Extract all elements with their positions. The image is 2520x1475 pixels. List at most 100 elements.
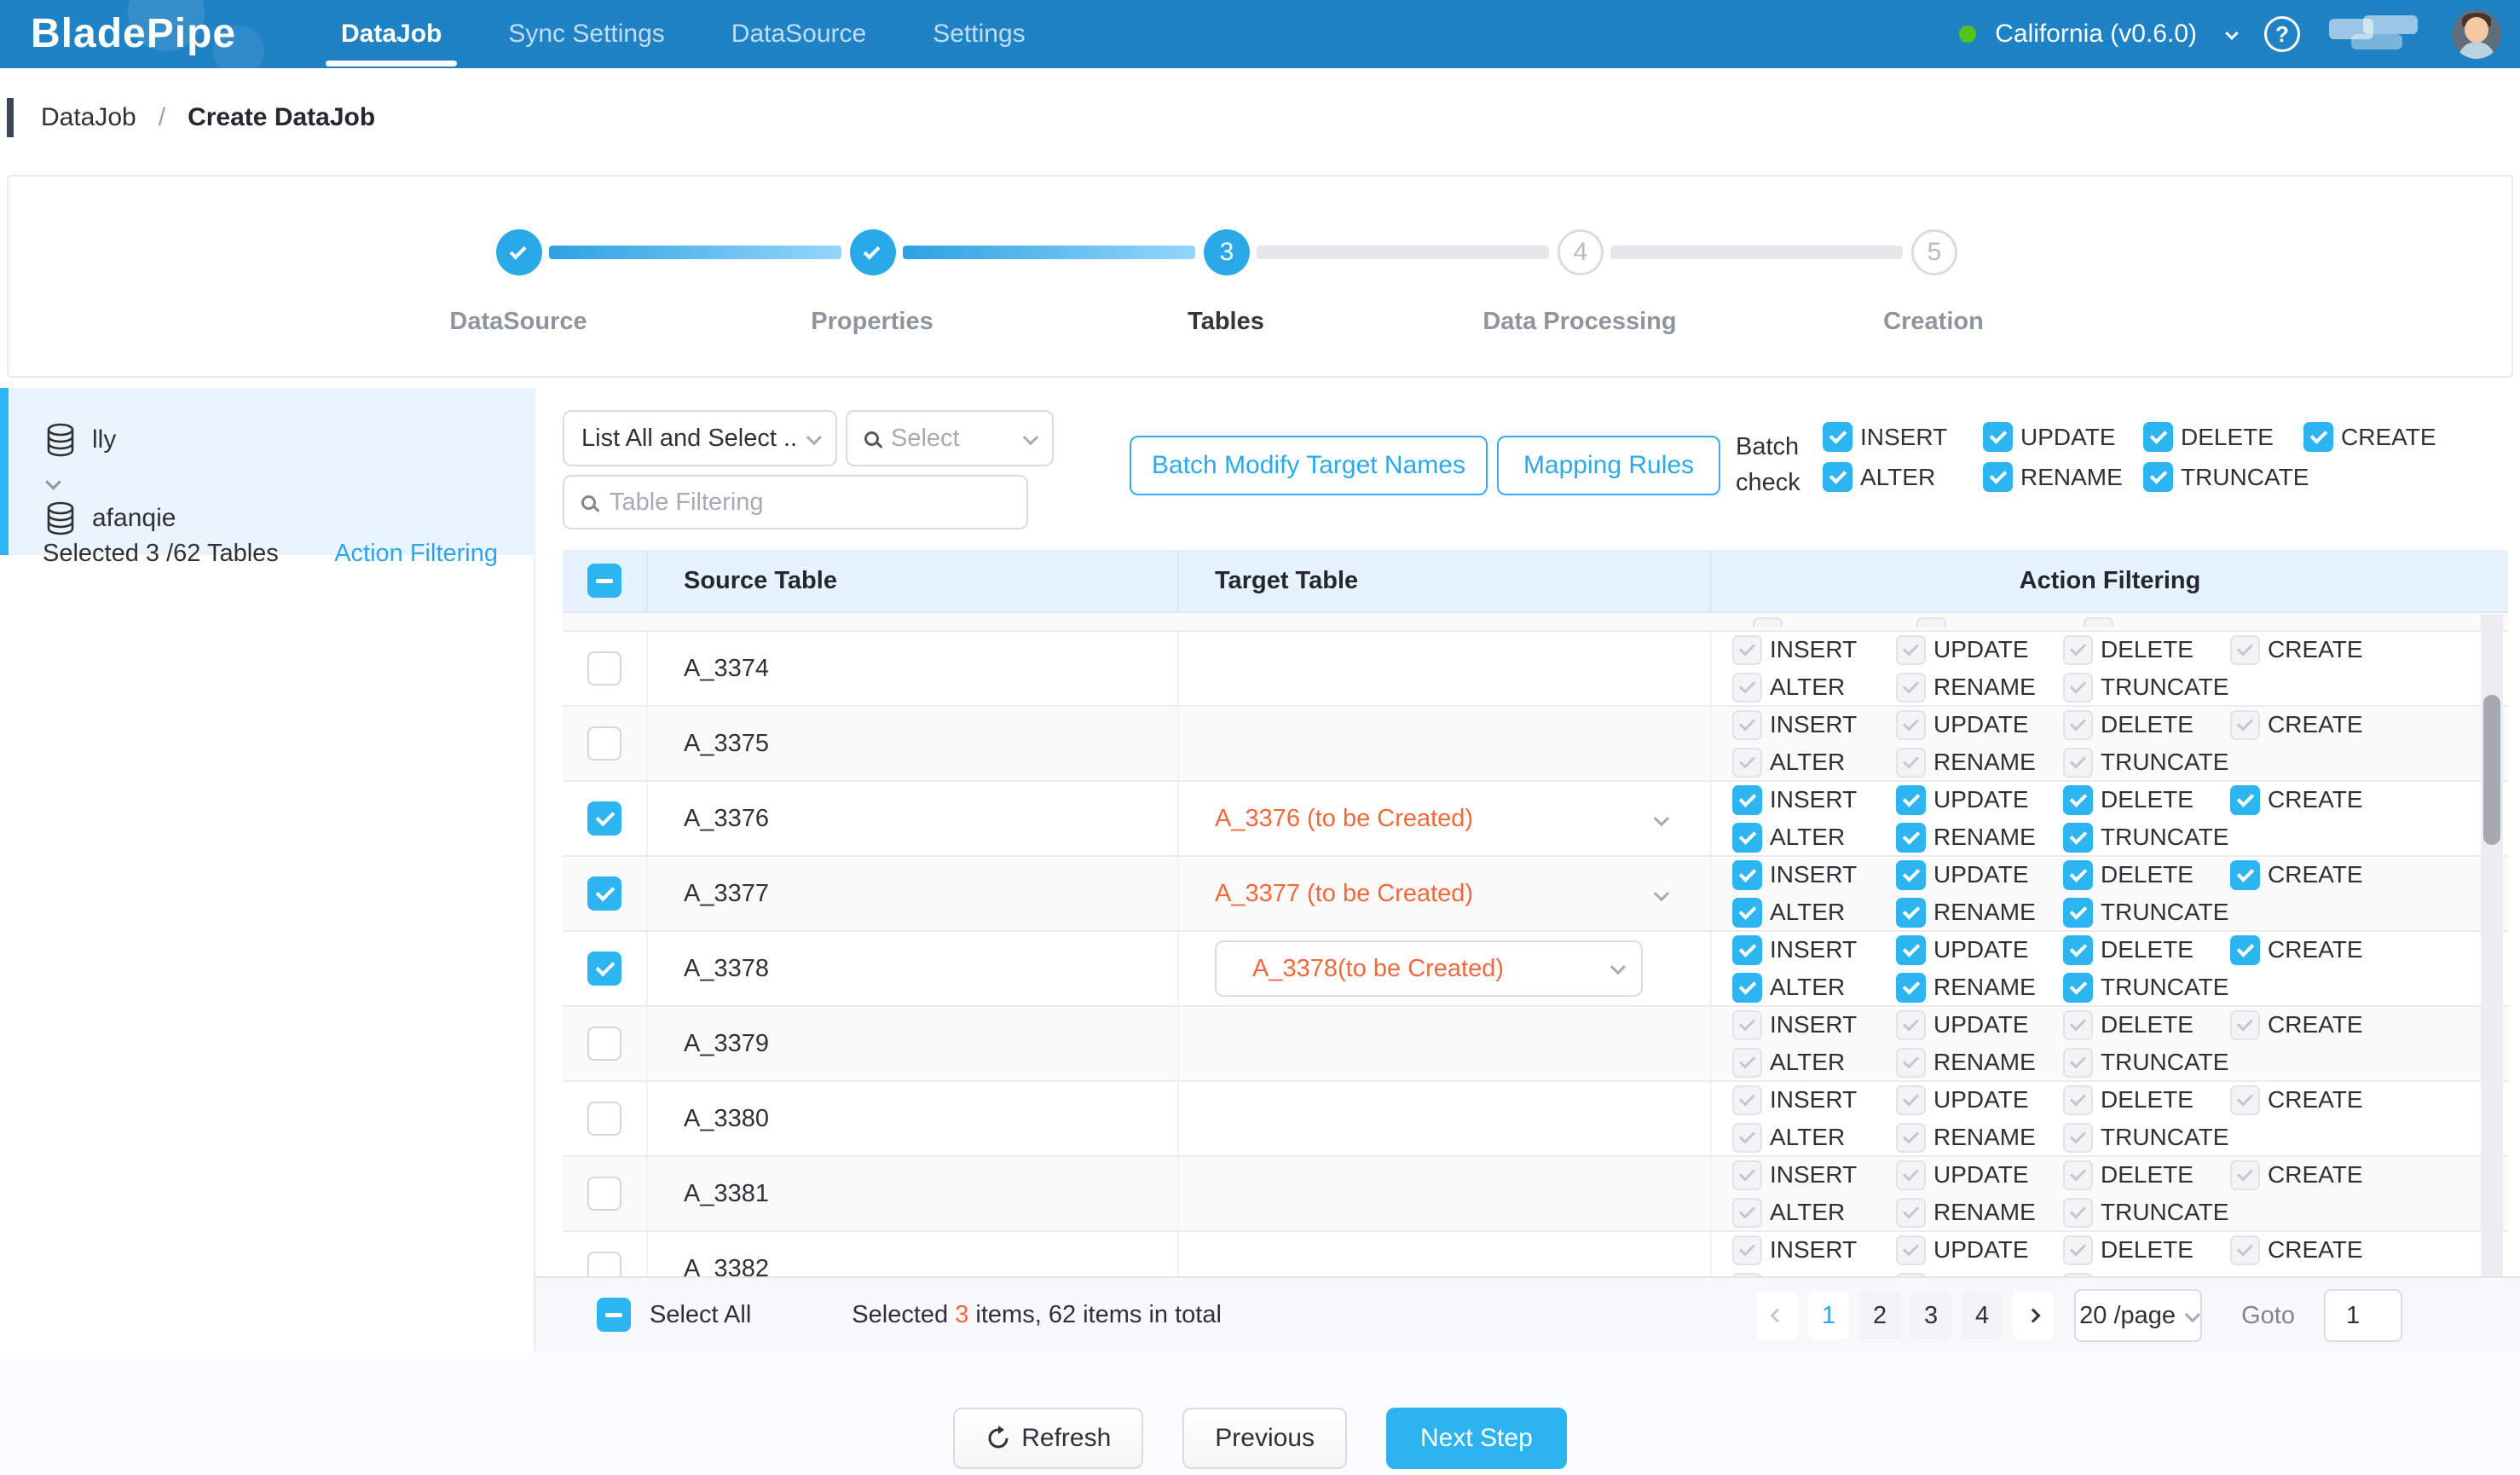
row-checkbox[interactable]	[587, 651, 621, 685]
checkbox-icon[interactable]	[2303, 422, 2333, 452]
table-filter-input[interactable]	[610, 489, 1009, 517]
row-checkbox[interactable]	[587, 876, 621, 911]
checkbox-icon[interactable]	[2230, 935, 2260, 965]
selected-schema-node[interactable]: lly afanqie Selected 3 /62 Tables Action…	[0, 388, 535, 555]
checkbox-icon[interactable]	[2063, 898, 2093, 928]
checkbox-icon[interactable]	[2230, 785, 2260, 815]
checkbox-icon[interactable]	[1896, 935, 1926, 965]
checkbox-icon[interactable]	[1823, 462, 1852, 492]
checkbox-icon[interactable]	[1732, 935, 1762, 965]
next-step-button[interactable]: Next Step	[1386, 1408, 1567, 1469]
action-label: UPDATE	[1933, 711, 2029, 738]
row-checkbox[interactable]	[587, 1027, 621, 1061]
action-filter-item: ALTER	[1732, 823, 1896, 853]
step-number: 5	[1928, 238, 1942, 267]
checkbox-icon[interactable]	[2063, 860, 2093, 890]
table-filter-search[interactable]	[563, 475, 1028, 529]
nav-item-datajob[interactable]: DataJob	[341, 0, 442, 68]
checkbox-icon	[2063, 673, 2093, 703]
next-page-button[interactable]	[2013, 1292, 2054, 1339]
previous-button[interactable]: Previous	[1182, 1408, 1347, 1469]
environment-label[interactable]: California (v0.6.0)	[1995, 20, 2197, 49]
username-redacted[interactable]	[2329, 15, 2423, 53]
action-label: RENAME	[1933, 749, 2036, 776]
mapping-rules-button[interactable]: Mapping Rules	[1497, 436, 1720, 495]
page-button-4[interactable]: 4	[1962, 1292, 2003, 1339]
table-footer: Select All Selected 3 items, 62 items in…	[535, 1276, 2520, 1351]
row-checkbox[interactable]	[587, 952, 621, 986]
checkbox-icon	[1896, 1085, 1926, 1115]
action-filter-item: ALTER	[1732, 973, 1896, 1003]
checkbox-icon[interactable]	[1896, 973, 1926, 1003]
checkbox-icon[interactable]	[2063, 935, 2093, 965]
action-filter-item: ALTER	[1732, 1048, 1896, 1078]
tree-node-database[interactable]: lly	[43, 422, 116, 458]
page-size-select[interactable]: 20 /page	[2074, 1289, 2202, 1342]
checkbox-icon[interactable]	[1896, 785, 1926, 815]
action-grid: INSERTUPDATEDELETECREATEALTERRENAMETRUNC…	[1732, 1010, 2363, 1078]
checkbox-icon[interactable]	[1732, 898, 1762, 928]
row-checkbox[interactable]	[587, 801, 621, 836]
select-all-header-checkbox[interactable]	[587, 564, 621, 598]
action-label: DELETE	[2101, 936, 2193, 963]
help-icon[interactable]: ?	[2264, 16, 2300, 52]
select-all-checkbox[interactable]	[597, 1298, 631, 1332]
checkbox-icon[interactable]	[2230, 860, 2260, 890]
tree-node-schema[interactable]: afanqie	[43, 500, 176, 536]
action-label: ALTER	[1770, 1049, 1845, 1076]
nav-item-datasource[interactable]: DataSource	[731, 0, 866, 68]
checkbox-icon[interactable]	[1896, 860, 1926, 890]
tree-expand-icon[interactable]	[45, 474, 61, 489]
checkbox-icon	[2063, 1123, 2093, 1153]
page-button-1[interactable]: 1	[1808, 1292, 1849, 1339]
nav-item-settings[interactable]: Settings	[933, 0, 1025, 68]
chevron-down-icon[interactable]	[1654, 886, 1669, 901]
row-checkbox[interactable]	[587, 1252, 621, 1276]
checkbox-icon[interactable]	[2143, 462, 2173, 492]
page-button-2[interactable]: 2	[1859, 1292, 1900, 1339]
chevron-down-icon[interactable]	[2225, 26, 2239, 40]
refresh-button[interactable]: Refresh	[953, 1408, 1143, 1469]
action-filter-item: ALTER	[1732, 748, 1896, 778]
row-checkbox[interactable]	[587, 726, 621, 761]
checkbox-icon[interactable]	[2063, 785, 2093, 815]
checkbox-icon[interactable]	[1732, 860, 1762, 890]
table-scrollbar-track[interactable]	[2481, 615, 2503, 1276]
row-checkbox[interactable]	[587, 1102, 621, 1136]
column-header-target-table: Target Table	[1179, 550, 1712, 611]
batch-modify-target-names-button[interactable]: Batch Modify Target Names	[1130, 436, 1488, 495]
app-logo[interactable]: BladePipe	[31, 10, 236, 57]
chevron-down-icon[interactable]	[1654, 811, 1669, 826]
action-filtering-link[interactable]: Action Filtering	[334, 540, 498, 568]
checkbox-icon[interactable]	[1983, 462, 2013, 492]
action-label: DELETE	[2101, 1086, 2193, 1113]
checkbox-icon[interactable]	[2143, 422, 2173, 452]
nav-item-sync-settings[interactable]: Sync Settings	[508, 0, 664, 68]
database-icon	[43, 500, 78, 536]
avatar[interactable]	[2452, 9, 2501, 59]
target-table-name[interactable]: A_3376 (to be Created)	[1215, 805, 1473, 833]
checkbox-icon[interactable]	[1732, 785, 1762, 815]
breadcrumb-parent[interactable]: DataJob	[41, 103, 136, 132]
checkbox-icon	[2063, 635, 2093, 665]
checkbox-icon[interactable]	[1896, 823, 1926, 853]
checkbox-icon[interactable]	[2063, 973, 2093, 1003]
goto-page-input[interactable]	[2324, 1289, 2402, 1342]
checkbox-icon[interactable]	[1732, 973, 1762, 1003]
target-table-select[interactable]: A_3378(to be Created)	[1215, 940, 1643, 997]
table-row: A_3382 INSERTUPDATEDELETECREATEALTERRENA…	[563, 1232, 2508, 1276]
checkbox-icon[interactable]	[1896, 898, 1926, 928]
checkbox-icon[interactable]	[1732, 823, 1762, 853]
list-mode-select[interactable]: List All and Select ...	[563, 410, 837, 466]
checkbox-icon	[2230, 1085, 2260, 1115]
checkbox-icon[interactable]	[1823, 422, 1852, 452]
checkbox-icon[interactable]	[2063, 823, 2093, 853]
checkbox-icon[interactable]	[1983, 422, 2013, 452]
table-scrollbar-thumb[interactable]	[2483, 695, 2500, 845]
target-table-name[interactable]: A_3377 (to be Created)	[1215, 880, 1473, 908]
page-button-3[interactable]: 3	[1910, 1292, 1951, 1339]
target-cell	[1179, 707, 1712, 780]
row-checkbox[interactable]	[587, 1177, 621, 1211]
table-select-dropdown[interactable]: Select	[846, 410, 1054, 466]
action-grid: INSERTUPDATEDELETECREATEALTERRENAMETRUNC…	[1732, 860, 2363, 928]
